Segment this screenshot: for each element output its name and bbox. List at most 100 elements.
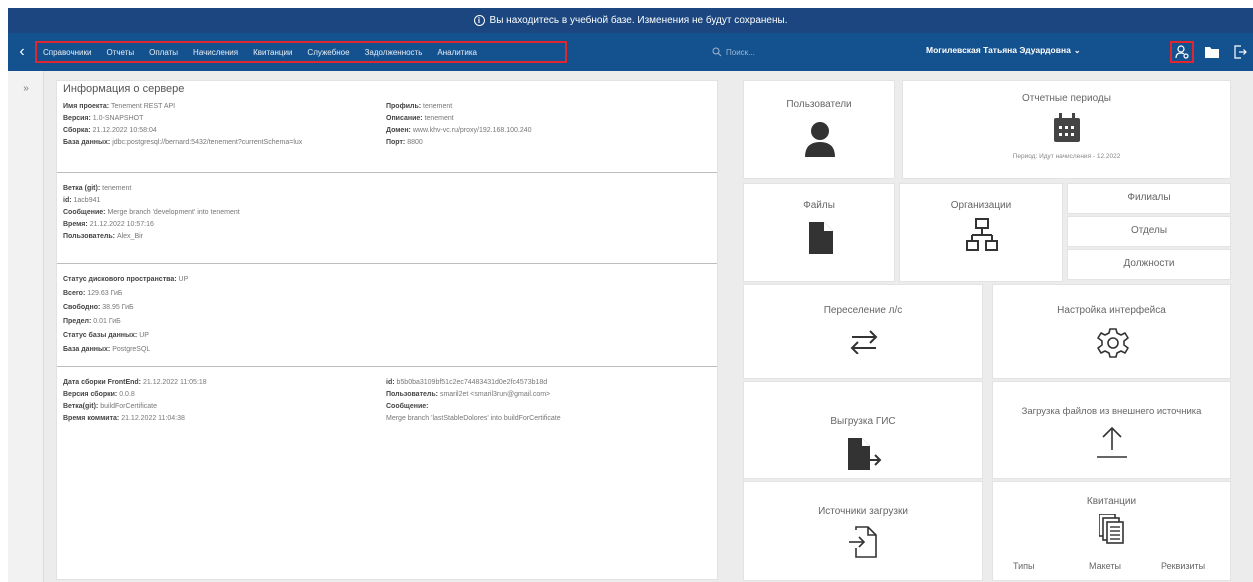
kv-value: UP — [139, 332, 149, 339]
expand-sidebar-icon[interactable]: » — [8, 83, 44, 94]
logout-icon — [1234, 45, 1247, 59]
chevron-down-icon: ⌄ — [1073, 46, 1081, 55]
kv-value: Merge branch 'development' into tenement — [107, 209, 240, 216]
kv-label: Сборка: — [63, 127, 91, 134]
menu-item-payments[interactable]: Оплаты — [149, 48, 178, 57]
tile-label: Загрузка файлов из внешнего источника — [1021, 406, 1202, 417]
calendar-icon — [1054, 113, 1080, 142]
kv-value: 0.01 ГиБ — [93, 318, 121, 325]
kv-label: Порт: — [386, 139, 406, 146]
kv-value: PostgreSQL — [112, 346, 151, 353]
kv-value: 8800 — [407, 139, 423, 146]
tile-load-sources[interactable]: Источники загрузки — [743, 481, 983, 581]
kv-label: Предел: — [63, 318, 92, 325]
menu-item-references[interactable]: Справочники — [43, 48, 91, 57]
training-db-banner: i Вы находитесь в учебной базе. Изменени… — [8, 8, 1253, 33]
file-import-icon — [849, 526, 877, 558]
logout-button[interactable] — [1228, 41, 1252, 63]
tile-label: Настройка интерфейса — [1057, 305, 1166, 316]
folder-button[interactable] — [1200, 41, 1224, 63]
kv-value: tenement — [102, 185, 132, 192]
kv-label: База данных: — [63, 139, 111, 146]
tile-organizations[interactable]: Организации — [899, 183, 1063, 282]
kv-label: Дата сборки FrontEnd: — [63, 379, 142, 386]
kv-label: Статус дискового пространства: — [63, 276, 177, 283]
search-icon — [712, 47, 722, 57]
tile-users[interactable]: Пользователи — [743, 80, 895, 179]
receipt-requisites-link[interactable]: Реквизиты — [1161, 561, 1205, 571]
tile-departments[interactable]: Отделы — [1067, 216, 1231, 247]
menu-item-debt[interactable]: Задолженность — [365, 48, 423, 57]
user-gear-icon — [1175, 45, 1189, 59]
documents-icon — [1099, 514, 1124, 544]
menu-item-analytics[interactable]: Аналитика — [437, 48, 477, 57]
git-info-section: Ветка (git): tenement id: 1acb941 Сообще… — [57, 173, 717, 264]
menu-item-reports[interactable]: Отчеты — [106, 48, 134, 57]
tile-label: Отделы — [1130, 225, 1168, 236]
kv-label: Время коммита: — [63, 415, 120, 422]
tile-label: Квитанции — [1086, 496, 1137, 507]
search-input[interactable]: Поиск... — [712, 44, 842, 60]
kv-label: Сообщение: — [386, 403, 429, 410]
kv-label: id: — [63, 197, 72, 204]
tile-label: Выгрузка ГИС — [830, 416, 896, 427]
tile-label: Должности — [1123, 258, 1175, 269]
receipt-layouts-link[interactable]: Макеты — [1089, 561, 1121, 571]
period-status: Период: Идут начисления - 12.2022 — [1012, 153, 1121, 160]
tile-label: Источники загрузки — [818, 506, 908, 517]
tile-gis-export[interactable]: Выгрузка ГИС — [743, 381, 983, 479]
kv-label: Описание: — [386, 115, 423, 122]
menu-item-accruals[interactable]: Начисления — [193, 48, 238, 57]
tile-periods[interactable]: Отчетные периоды Период: Идут начисления… — [902, 80, 1231, 179]
file-icon — [809, 222, 833, 254]
tile-external-load[interactable]: Загрузка файлов из внешнего источника — [992, 381, 1231, 479]
kv-value: 1.0-SNAPSHOT — [92, 115, 144, 122]
tile-resettle[interactable]: Переселение л/с — [743, 284, 983, 379]
chevron-left-icon[interactable]: ‹ — [12, 41, 32, 63]
kv-label: Версия: — [63, 115, 91, 122]
kv-value: Alex_Bir — [116, 233, 144, 240]
tile-label: Пользователи — [786, 99, 852, 110]
kv-value: tenement — [423, 103, 453, 110]
kv-label: id: — [386, 379, 395, 386]
banner-text: Вы находитесь в учебной базе. Изменения … — [489, 15, 788, 26]
menu-item-receipts[interactable]: Квитанции — [253, 48, 292, 57]
receipt-types-link[interactable]: Типы — [1013, 561, 1034, 571]
tile-branches[interactable]: Филиалы — [1067, 183, 1231, 214]
kv-label: Ветка (git): — [63, 185, 101, 192]
kv-value: 21.12.2022 10:57:16 — [89, 221, 154, 228]
tile-label: Организации — [950, 200, 1012, 211]
health-section: Статус дискового пространства: UP Всего:… — [57, 264, 717, 367]
kv-value: smaril2et <smaril3run@gmail.com> — [439, 391, 551, 398]
sidebar-collapsed: » — [8, 71, 44, 582]
kv-label: Имя проекта: — [63, 103, 110, 110]
kv-value: Merge branch 'lastStableDolores' into bu… — [386, 415, 561, 422]
tile-ui-settings[interactable]: Настройка интерфейса — [992, 284, 1231, 379]
kv-label: Свободно: — [63, 304, 101, 311]
kv-value: 129.63 ГиБ — [87, 290, 123, 297]
tile-positions[interactable]: Должности — [1067, 249, 1231, 280]
kv-value: 21.12.2022 11:05:18 — [142, 379, 207, 386]
kv-value: b5b0ba3109bf51c2ec74483431d0e2fc4573b18d — [396, 379, 548, 386]
kv-label: Статус базы данных: — [63, 332, 138, 339]
swap-arrows-icon — [850, 330, 878, 354]
kv-value: 38.95 ГиБ — [102, 304, 134, 311]
tile-receipts[interactable]: Квитанции Типы Макеты Реквизиты — [992, 481, 1231, 581]
folder-icon — [1205, 47, 1219, 58]
kv-label: Профиль: — [386, 103, 422, 110]
gear-icon — [1097, 328, 1129, 358]
tile-files[interactable]: Файлы — [743, 183, 895, 282]
kv-label: Ветка(git): — [63, 403, 99, 410]
user-menu[interactable]: Могилевская Татьяна Эдуардовна ⌄ — [926, 45, 1081, 55]
user-icon — [805, 122, 835, 157]
tile-label: Отчетные периоды — [1022, 93, 1111, 104]
user-settings-button[interactable] — [1170, 41, 1194, 63]
menu-item-service[interactable]: Служебное — [307, 48, 349, 57]
kv-value: tenement — [424, 115, 454, 122]
kv-label: Всего: — [63, 290, 86, 297]
file-export-icon — [848, 438, 882, 470]
kv-label: База данных: — [63, 346, 111, 353]
org-structure-icon — [966, 218, 998, 251]
upload-icon — [1097, 426, 1127, 458]
frontend-info-section: Дата сборки FrontEnd: 21.12.2022 11:05:1… — [57, 367, 717, 447]
